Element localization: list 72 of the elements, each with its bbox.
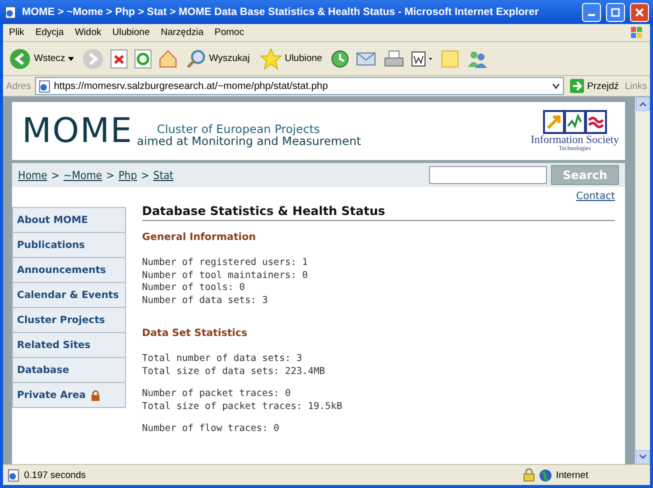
word-icon[interactable]	[410, 50, 434, 68]
stat-line: Number of tool maintainers: 0	[142, 270, 309, 282]
close-icon	[635, 8, 644, 16]
ie-page-icon	[4, 6, 17, 18]
stat-line: Number of packet traces: 0	[142, 388, 292, 400]
status-text: 0.197 seconds	[24, 470, 87, 480]
mail-icon[interactable]	[356, 50, 378, 68]
print-icon[interactable]	[384, 48, 404, 68]
menu-item[interactable]: Pomoc	[214, 27, 244, 38]
nav-item[interactable]: Related Sites	[12, 333, 126, 358]
go-button[interactable]: Przejdź	[568, 79, 621, 93]
nav-item[interactable]: About MOME	[12, 207, 126, 233]
maximize-button[interactable]	[606, 2, 625, 22]
contact-link[interactable]: Contact	[576, 191, 615, 202]
close-button[interactable]	[630, 2, 649, 22]
ie-page-icon	[38, 80, 51, 92]
stop-icon[interactable]	[110, 48, 128, 68]
home-icon[interactable]	[158, 48, 178, 68]
dropdown-caret-icon[interactable]	[551, 81, 562, 91]
ie-page-icon	[7, 468, 20, 482]
stat-line: Number of registered users: 1	[142, 257, 309, 270]
stat-line: Number of flow traces: 0	[142, 423, 280, 436]
maximize-icon	[611, 8, 620, 16]
stat-line: Number of data sets: 3	[142, 294, 269, 307]
menu-item[interactable]: Widok	[74, 27, 102, 38]
breadcrumb-separator: >	[51, 168, 60, 182]
nav-item[interactable]: Cluster Projects	[12, 308, 126, 333]
mome-logo: MOME Cluster of European Projects aimed at Monitoring and Measurement	[22, 114, 362, 148]
star-icon	[260, 48, 282, 70]
minimize-button[interactable]	[582, 2, 601, 22]
magnifier-icon	[186, 48, 206, 68]
stat-line: Number of tools: 0	[142, 282, 246, 294]
window-title: MOME > ~Mome > Php > Stat > MOME Data Base Statistics & Health Status - Microsoft Internet Explorer	[22, 6, 540, 18]
history-icon[interactable]	[330, 48, 350, 68]
section-heading: Data Set Statistics	[142, 328, 248, 339]
nav-item[interactable]: Database	[12, 358, 126, 383]
breadcrumb-link[interactable]: Php	[118, 168, 137, 182]
lock-icon	[523, 468, 535, 482]
address-label: Adres	[6, 80, 31, 92]
nav-item[interactable]: Calendar & Events	[12, 283, 126, 308]
address-field[interactable]: https://momesrv.salzburgresearch.at/~mome/php/stat/stat.php	[34, 77, 564, 95]
minimize-icon	[588, 14, 595, 16]
globe-icon	[539, 468, 552, 482]
search-button[interactable]: Wyszukaj	[184, 48, 252, 68]
breadcrumb-link[interactable]: Stat	[153, 168, 174, 182]
breadcrumb-separator: >	[106, 168, 114, 182]
back-button[interactable]: Wstecz	[7, 48, 76, 70]
nav-item[interactable]: Private Area	[12, 383, 126, 408]
menu-item[interactable]: Narzędzia	[160, 27, 204, 38]
favorites-button[interactable]: Ulubione	[258, 48, 324, 70]
scroll-down-button[interactable]	[636, 450, 650, 464]
menu-item[interactable]: Edycja	[35, 27, 64, 38]
breadcrumb-separator: >	[140, 168, 150, 182]
breadcrumb-link[interactable]: ~Mome	[64, 168, 102, 182]
stat-line: Total size of packet traces: 19.5kB	[142, 400, 344, 413]
caret-icon	[68, 56, 74, 60]
zone-label: Internet	[556, 470, 590, 480]
search-field[interactable]	[429, 166, 547, 184]
section-heading: General Information	[142, 232, 257, 243]
stat-line: Total number of data sets: 3	[142, 353, 304, 366]
refresh-icon[interactable]	[134, 48, 152, 68]
arrow-icon	[570, 79, 584, 93]
menu-item[interactable]: Plik	[9, 27, 24, 38]
nav-item[interactable]: Announcements	[12, 258, 126, 283]
scroll-up-button[interactable]	[636, 97, 650, 111]
stat-line: Total size of data sets: 223.4MB	[142, 366, 326, 378]
nav-item[interactable]: Publications	[12, 233, 126, 258]
people-icon[interactable]	[466, 48, 488, 68]
menu-item[interactable]: Ulubione	[112, 27, 150, 38]
windows-flag-icon	[630, 26, 644, 40]
page-heading: Database Statistics & Health Status	[142, 204, 615, 221]
breadcrumb-link[interactable]: Home	[18, 168, 48, 182]
